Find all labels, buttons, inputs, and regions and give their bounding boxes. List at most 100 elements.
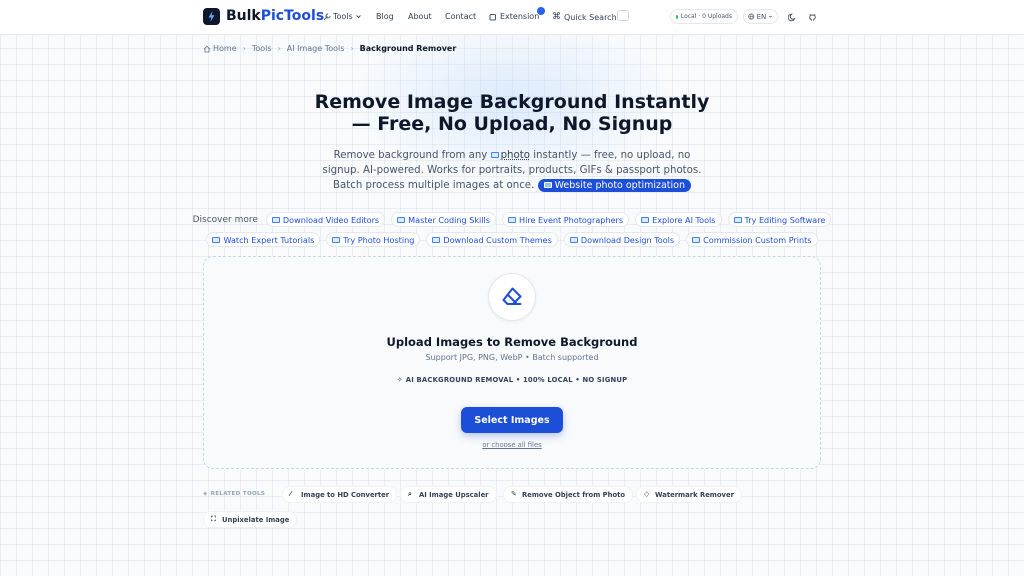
image-icon (271, 216, 280, 223)
nav-extension[interactable]: Extension (489, 12, 539, 21)
nav-quick-search-label: Quick Search (564, 12, 617, 22)
discover-tag[interactable]: Try Editing Software (727, 212, 832, 227)
discover-row-1: Discover more Download Video Editors Mas… (0, 212, 1024, 227)
discover-tag-label: Hire Event Photographers (519, 214, 624, 225)
image-icon (508, 216, 516, 223)
image-icon (692, 236, 701, 243)
discover-tag[interactable]: Master Coding Skills (391, 212, 496, 227)
image-icon (490, 152, 499, 158)
breadcrumb-home[interactable]: Home (213, 44, 237, 53)
discover-tag[interactable]: Watch Expert Tutorials (206, 232, 321, 247)
top-navbar: BulkPicTools Tools Blog About Contact Ex… (0, 0, 1024, 35)
page-title: Remove Image Background Instantly — Free,… (262, 91, 762, 135)
logo-bolt-icon[interactable] (203, 8, 220, 25)
nav-about[interactable]: About (408, 12, 432, 21)
discover-tag[interactable]: Try Photo Hosting (326, 232, 421, 247)
image-icon (212, 236, 221, 243)
eraser-icon (502, 287, 522, 305)
upload-subtitle: Support JPG, PNG, WebP • Batch supported (425, 353, 599, 362)
discover-tag-label: Download Video Editors (282, 214, 380, 225)
related-tool-link[interactable]: ⌕ AI Image Upscaler (400, 486, 497, 503)
photo-term[interactable]: photo (490, 150, 530, 161)
image-icon (543, 182, 552, 188)
related-tool-link[interactable]: ✎ Remove Object from Photo (503, 486, 634, 503)
discover-tag-label: Download Design Tools (580, 234, 675, 245)
upload-icon-circle (488, 273, 536, 321)
nav-quick-search[interactable]: ⌘ Quick Search (552, 12, 617, 22)
github-link[interactable] (806, 11, 818, 23)
image-icon (397, 216, 406, 223)
shortcut-key-hint (617, 10, 629, 21)
discover-tag-label: Download Custom Themes (443, 234, 552, 245)
related-tool-link[interactable]: ⛶ Unpixelate Image (203, 511, 298, 528)
image-icon (569, 236, 578, 243)
related-tool-link[interactable]: ⁄ Image to HD Converter (282, 486, 398, 503)
local-status-pill: Local · 0 Uploads (670, 9, 738, 24)
puzzle-icon (489, 13, 496, 20)
upload-features-text: AI BACKGROUND REMOVAL • 100% LOCAL • NO … (405, 376, 628, 384)
upload-title: Upload Images to Remove Background (386, 335, 638, 349)
home-icon (203, 45, 211, 52)
dark-mode-toggle[interactable] (786, 11, 798, 23)
globe-icon (748, 13, 755, 20)
breadcrumb-tools[interactable]: Tools (252, 44, 272, 53)
zoom-icon: ⌕ (408, 490, 412, 498)
breadcrumb: Home › Tools › AI Image Tools › Backgrou… (203, 44, 456, 53)
choose-all-files-link[interactable]: or choose all files (203, 441, 821, 449)
related-tool-label: Remove Object from Photo (522, 490, 626, 499)
website-photo-optimization-link[interactable]: Website photo optimization (537, 179, 691, 192)
extension-new-badge (537, 7, 545, 15)
related-tools-label: ◈ RELATED TOOLS (203, 491, 265, 497)
droplet-icon: ◇ (644, 490, 650, 498)
highlight-text: Website photo optimization (554, 180, 685, 191)
brand-name[interactable]: BulkPicTools (226, 8, 324, 24)
expand-icon: ⛶ (211, 515, 216, 523)
moon-icon (787, 13, 795, 21)
discover-tag-label: Watch Expert Tutorials (223, 234, 315, 245)
related-tool-label: Unpixelate Image (222, 515, 290, 524)
related-tool-link[interactable]: ◇ Watermark Remover (636, 486, 742, 503)
nav-contact[interactable]: Contact (445, 12, 476, 21)
discover-tag[interactable]: Download Design Tools (563, 232, 681, 247)
breadcrumb-separator: › (277, 44, 281, 53)
brand-prefix: Bulk (226, 8, 261, 24)
brush-icon: ✎ (511, 490, 517, 498)
photo-term-text: photo (500, 150, 530, 161)
discover-tag[interactable]: Explore AI Tools (635, 212, 722, 227)
breadcrumb-separator: › (242, 44, 246, 53)
breadcrumb-separator: › (350, 44, 354, 53)
breadcrumb-ai-image-tools[interactable]: AI Image Tools (287, 44, 345, 53)
brand-suffix: PicTools (260, 8, 325, 24)
discover-tag-label: Commission Custom Prints (703, 234, 812, 245)
discover-tag[interactable]: Commission Custom Prints (686, 232, 818, 247)
wrench-icon (323, 13, 331, 20)
page-title-line1: Remove Image Background Instantly (314, 91, 710, 113)
chevron-down-icon (769, 15, 773, 18)
nav-tools[interactable]: Tools (323, 12, 362, 21)
sparkle-icon: ✧ (396, 376, 403, 384)
page-description: Remove background from any photo instant… (320, 148, 704, 193)
image-icon (332, 236, 341, 243)
language-label: EN (756, 12, 767, 21)
discover-tag-label: Try Photo Hosting (343, 234, 415, 245)
upload-features: ✧ AI BACKGROUND REMOVAL • 100% LOCAL • NO… (203, 376, 821, 384)
layers-icon: ◈ (203, 491, 208, 497)
github-icon (808, 13, 816, 21)
related-tool-label: AI Image Upscaler (419, 490, 489, 499)
select-images-button[interactable]: Select Images (461, 407, 563, 433)
discover-tag[interactable]: Download Custom Themes (426, 232, 558, 247)
related-tool-label: Watermark Remover (655, 490, 734, 499)
discover-row-2: Watch Expert Tutorials Try Photo Hosting… (0, 232, 1024, 247)
chevron-down-icon (355, 15, 361, 19)
discover-tag[interactable]: Hire Event Photographers (502, 212, 630, 227)
discover-tag-label: Try Editing Software (744, 214, 826, 225)
nav-blog[interactable]: Blog (376, 12, 394, 21)
related-tools-label-text: RELATED TOOLS (210, 491, 266, 497)
image-icon (641, 216, 650, 223)
command-icon: ⌘ (552, 12, 561, 22)
discover-tag[interactable]: Download Video Editors (265, 212, 386, 227)
wand-icon: ⁄ (290, 490, 292, 498)
language-select[interactable]: EN (743, 9, 778, 24)
status-dot (676, 14, 678, 19)
image-icon (432, 236, 441, 243)
